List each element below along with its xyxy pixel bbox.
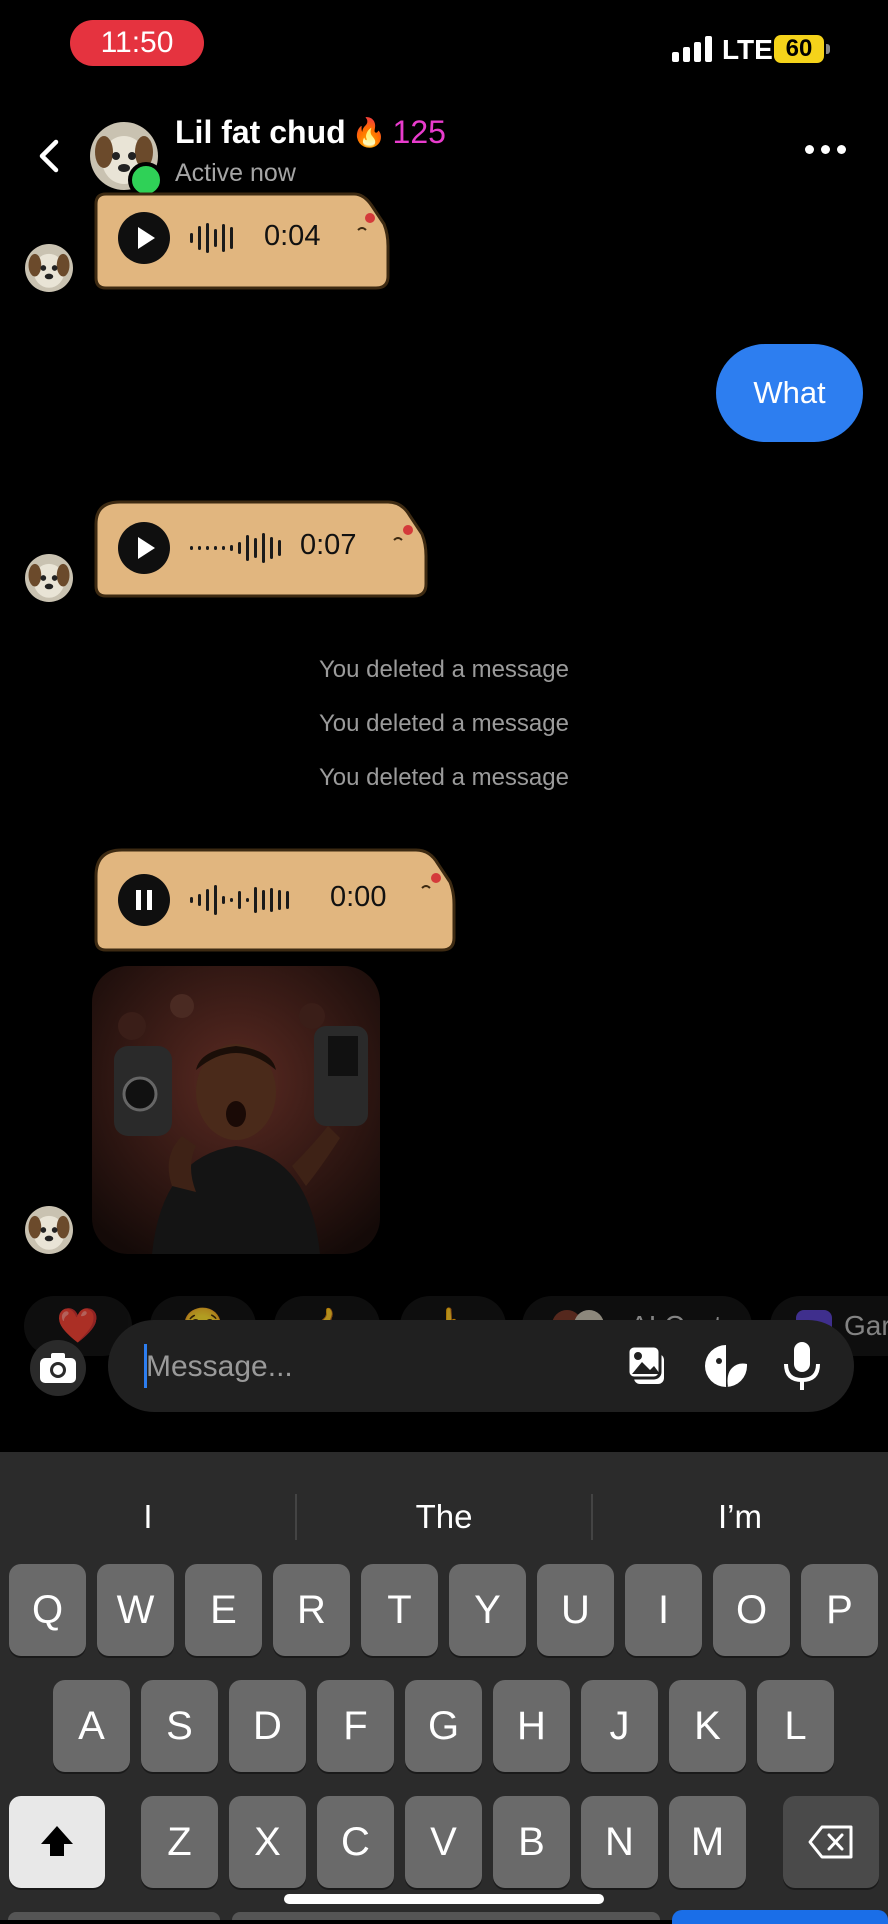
dog-avatar-image [25, 554, 73, 602]
sticker-icon [705, 1345, 747, 1387]
key-m[interactable]: M [669, 1796, 746, 1888]
key-t[interactable]: T [361, 1564, 438, 1656]
key-p[interactable]: P [801, 1564, 878, 1656]
text-cursor [144, 1344, 147, 1388]
back-button[interactable] [30, 136, 70, 176]
suggestion-2[interactable]: The [296, 1498, 592, 1536]
games-label: Gar [844, 1310, 888, 1341]
dot [821, 145, 830, 154]
system-message: You deleted a message [319, 710, 569, 737]
fire-icon: 🔥 [351, 117, 387, 148]
voice-message-bubble[interactable]: 0:00 [92, 846, 456, 956]
dot [837, 145, 846, 154]
key-d[interactable]: D [229, 1680, 306, 1772]
key-j[interactable]: J [581, 1680, 658, 1772]
voice-duration: 0:07 [300, 529, 357, 561]
camera-button[interactable] [30, 1340, 86, 1396]
voice-message-bubble[interactable]: 0:04 [92, 190, 392, 294]
play-button[interactable] [118, 212, 170, 264]
camera-icon [40, 1353, 76, 1383]
message-composer[interactable] [108, 1320, 854, 1412]
suggestion-3[interactable]: I’m [592, 1498, 888, 1536]
sender-avatar [25, 554, 73, 602]
key-n[interactable]: N [581, 1796, 658, 1888]
key-f[interactable]: F [317, 1680, 394, 1772]
dot [805, 145, 814, 154]
active-status: Active now [175, 159, 296, 187]
home-indicator [284, 1894, 604, 1904]
pause-button[interactable] [118, 874, 170, 926]
numbers-key[interactable] [8, 1912, 220, 1920]
key-v[interactable]: V [405, 1796, 482, 1888]
gallery-button[interactable] [624, 1342, 672, 1390]
shift-arrow-icon [41, 1826, 73, 1856]
battery-level: 60 [774, 35, 824, 63]
waveform [190, 882, 289, 918]
key-c[interactable]: C [317, 1796, 394, 1888]
suggestion-1[interactable]: I [0, 1498, 296, 1536]
dog-avatar-image [25, 244, 73, 292]
key-h[interactable]: H [493, 1680, 570, 1772]
key-b[interactable]: B [493, 1796, 570, 1888]
key-i[interactable]: I [625, 1564, 702, 1656]
signal-icon [672, 34, 712, 62]
key-r[interactable]: R [273, 1564, 350, 1656]
contact-name[interactable]: Lil fat chud 🔥 125 [175, 114, 446, 151]
key-q[interactable]: Q [9, 1564, 86, 1656]
key-k[interactable]: K [669, 1680, 746, 1772]
keyboard: I The I’m Q W E R T Y U I O P A S D F G … [0, 1452, 888, 1920]
status-time: 11:50 [70, 20, 204, 66]
key-w[interactable]: W [97, 1564, 174, 1656]
play-button[interactable] [118, 522, 170, 574]
key-s[interactable]: S [141, 1680, 218, 1772]
gif-image [92, 966, 380, 1254]
key-e[interactable]: E [185, 1564, 262, 1656]
battery-icon [826, 44, 830, 54]
system-message: You deleted a message [319, 656, 569, 683]
key-x[interactable]: X [229, 1796, 306, 1888]
system-message: You deleted a message [319, 764, 569, 791]
gif-message[interactable] [92, 966, 380, 1254]
sticker-button[interactable] [702, 1342, 750, 1390]
gallery-icon [626, 1344, 664, 1384]
microphone-icon [784, 1342, 820, 1390]
pause-icon [136, 890, 152, 910]
voice-duration: 0:04 [264, 220, 321, 252]
voice-duration: 0:00 [330, 881, 387, 913]
dog-avatar-image [25, 1206, 73, 1254]
chevron-left-icon [39, 139, 59, 173]
return-key[interactable] [672, 1910, 888, 1924]
key-u[interactable]: U [537, 1564, 614, 1656]
waveform [190, 530, 281, 566]
key-g[interactable]: G [405, 1680, 482, 1772]
contact-name-text: Lil fat chud [175, 114, 346, 150]
outgoing-message[interactable]: What [716, 344, 863, 442]
key-y[interactable]: Y [449, 1564, 526, 1656]
key-l[interactable]: L [757, 1680, 834, 1772]
voice-message-bubble[interactable]: 0:07 [92, 494, 428, 602]
network-label: LTE [722, 34, 773, 65]
sender-avatar [25, 1206, 73, 1254]
streak-count: 125 [392, 114, 446, 150]
play-icon [138, 537, 155, 559]
microphone-button[interactable] [780, 1340, 824, 1392]
play-icon [138, 227, 155, 249]
backspace-key[interactable] [783, 1796, 879, 1888]
key-z[interactable]: Z [141, 1796, 218, 1888]
message-input[interactable] [144, 1346, 598, 1388]
key-o[interactable]: O [713, 1564, 790, 1656]
key-a[interactable]: A [53, 1680, 130, 1772]
sender-avatar [25, 244, 73, 292]
waveform [190, 220, 233, 256]
backspace-icon [808, 1825, 853, 1859]
space-key[interactable] [232, 1912, 660, 1920]
more-options-button[interactable] [805, 145, 846, 154]
shift-key[interactable] [9, 1796, 105, 1888]
